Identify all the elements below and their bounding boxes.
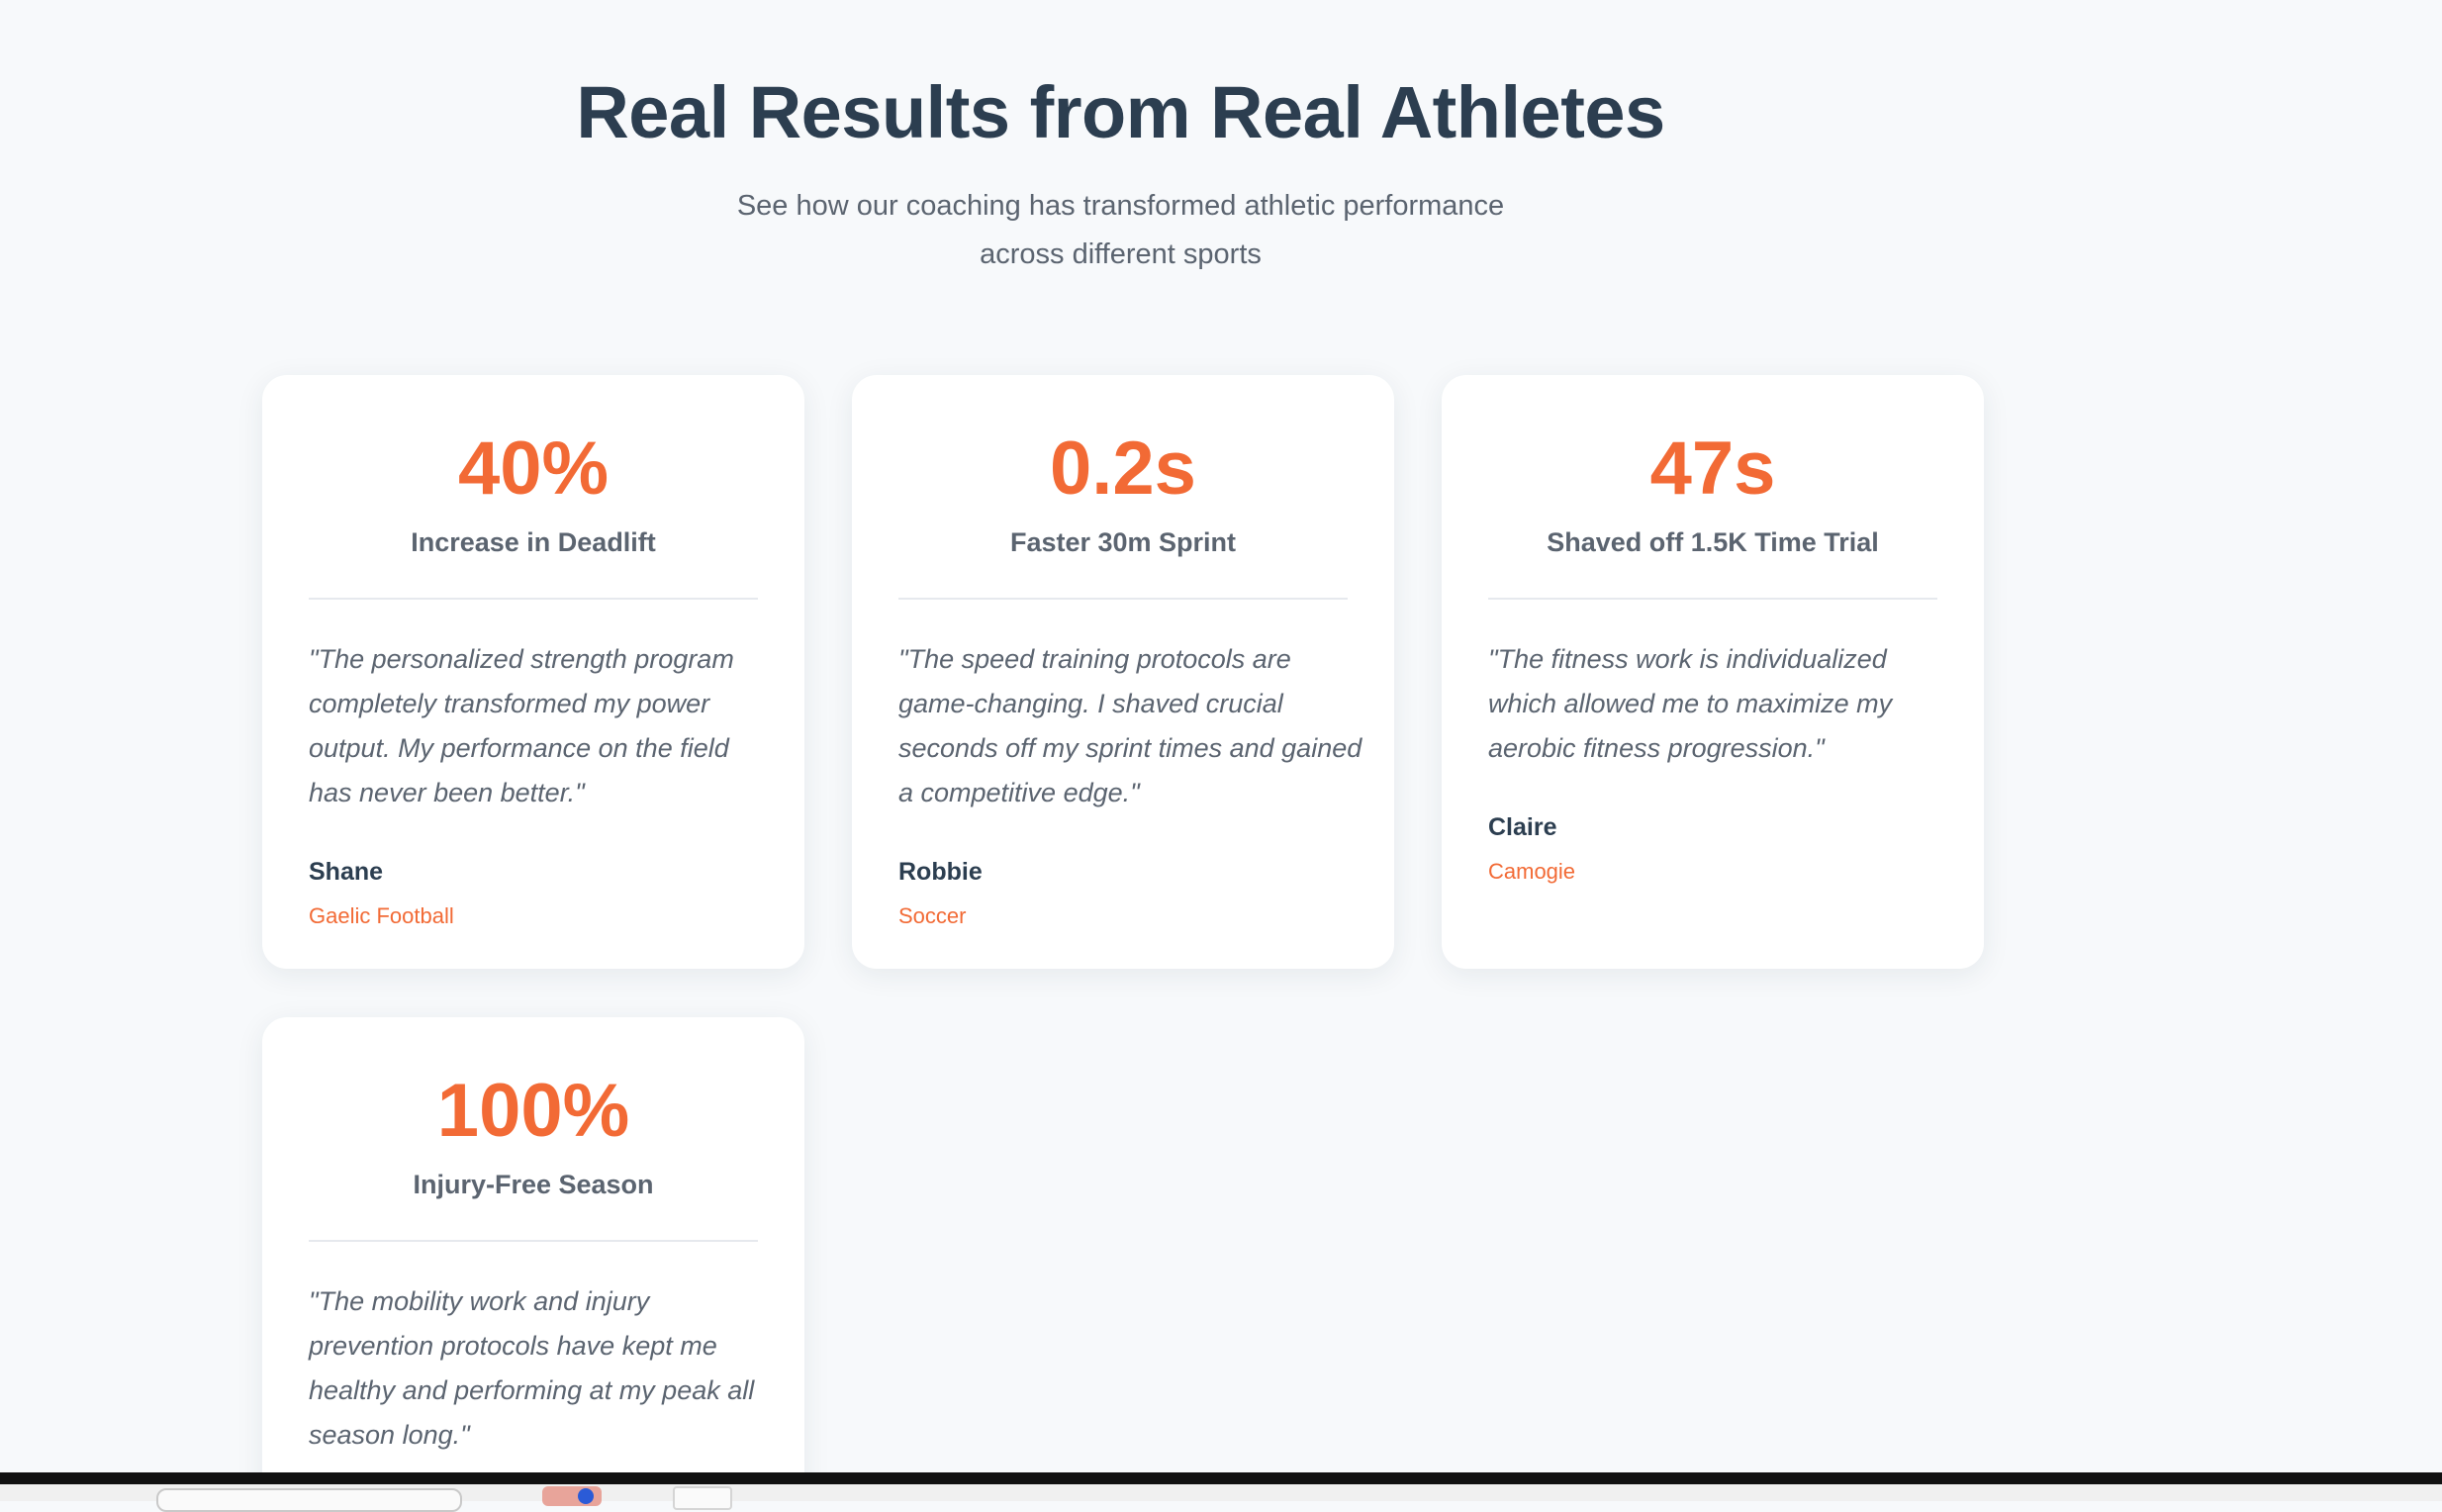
testimonial-card: 100% Injury-Free Season "The mobility wo…	[262, 1017, 804, 1472]
taskbar-search-box[interactable]	[156, 1488, 462, 1512]
testimonial-quote: "The personalized strength program compl…	[309, 644, 734, 807]
testimonial-quote: "The speed training protocols are game-c…	[898, 644, 1362, 807]
metric-value: 100%	[436, 1069, 630, 1153]
athlete-name: Robbie	[898, 858, 983, 886]
metric-label: Faster 30m Sprint	[1009, 527, 1237, 557]
testimonial-card: 40% Increase in Deadlift "The personaliz…	[262, 375, 804, 969]
metric-label: Injury-Free Season	[413, 1170, 654, 1199]
metric-label: Increase in Deadlift	[411, 527, 656, 557]
athlete-name: Claire	[1488, 813, 1557, 841]
page-subtitle: See how our coaching has transformed ath…	[0, 182, 2241, 279]
athlete-name: Shane	[309, 858, 384, 886]
card-divider	[309, 598, 758, 600]
metric-value: 40%	[457, 426, 610, 511]
athlete-sport: Gaelic Football	[309, 903, 454, 928]
card-divider	[898, 598, 1348, 600]
taskbar	[0, 1472, 2442, 1512]
testimonial-card: 0.2s Faster 30m Sprint "The speed traini…	[852, 375, 1394, 969]
metric-value: 0.2s	[1050, 426, 1196, 511]
metric-value: 47s	[1649, 426, 1776, 511]
athlete-sport: Soccer	[898, 903, 967, 928]
taskbar-app-button[interactable]	[542, 1486, 602, 1506]
card-divider	[1488, 598, 1937, 600]
card-divider	[309, 1240, 758, 1242]
taskbar-app-slot[interactable]	[673, 1486, 732, 1510]
metric-label: Shaved off 1.5K Time Trial	[1547, 527, 1879, 557]
testimonial-quote: "The fitness work is individualized whic…	[1488, 644, 1893, 763]
testimonial-quote: "The mobility work and injury prevention…	[309, 1286, 755, 1450]
page-title: Real Results from Real Athletes	[576, 71, 1665, 153]
page-subtitle-line: See how our coaching has transformed ath…	[736, 190, 1505, 222]
page-subtitle-line: across different sports	[980, 238, 1262, 270]
app-icon	[578, 1488, 594, 1504]
athlete-sport: Camogie	[1488, 859, 1576, 884]
testimonial-card: 47s Shaved off 1.5K Time Trial "The fitn…	[1442, 375, 1984, 969]
testimonials-section: Real Results from Real Athletes See how …	[0, 0, 2442, 1472]
